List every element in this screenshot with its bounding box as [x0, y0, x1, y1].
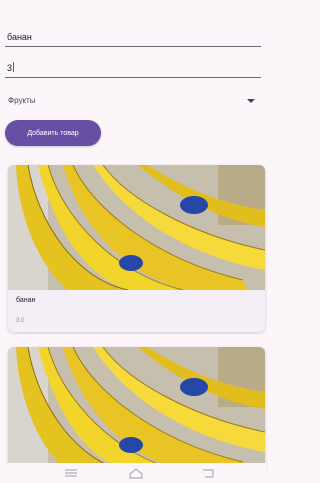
back-icon[interactable] [200, 467, 216, 479]
quantity-field[interactable]: 3 [5, 56, 261, 78]
banana-photo [8, 165, 265, 290]
home-icon[interactable] [128, 467, 144, 479]
product-card[interactable]: банан 3.0 [8, 165, 265, 332]
category-value: Фрукты [8, 96, 36, 105]
quantity-value-wrap: 3 [7, 62, 15, 73]
quantity-value: 3 [7, 63, 13, 73]
product-title: банан [16, 297, 36, 304]
category-select[interactable]: Фрукты [5, 92, 261, 110]
product-name-value: банан [7, 32, 32, 42]
product-name-field[interactable]: банан [5, 24, 261, 47]
system-navigation-bar [0, 463, 266, 483]
product-card[interactable] [8, 347, 265, 477]
add-product-button[interactable]: Добавить товар [5, 120, 101, 146]
product-quantity: 3.0 [16, 318, 25, 324]
dropdown-arrow-icon[interactable] [247, 99, 255, 103]
banana-photo [8, 347, 265, 472]
menu-icon[interactable] [64, 467, 78, 479]
text-cursor [13, 62, 15, 72]
